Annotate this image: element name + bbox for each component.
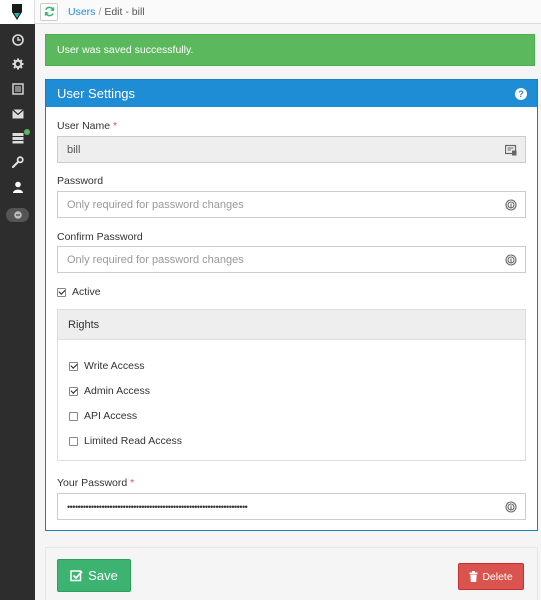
breadcrumb-users-link[interactable]: Users <box>68 6 95 18</box>
sidebar-collapse-toggle[interactable] <box>6 208 29 222</box>
panel-title: User Settings <box>57 86 136 101</box>
active-label: Active <box>72 286 101 298</box>
write-access-row[interactable]: Write Access <box>69 360 145 372</box>
refresh-button[interactable] <box>40 2 58 21</box>
gear-icon[interactable] <box>0 54 35 74</box>
password-label: Password <box>57 175 104 187</box>
user-icon[interactable] <box>0 177 35 197</box>
trash-icon <box>469 571 478 582</box>
password-placeholder: Only required for password changes <box>67 198 244 211</box>
top-bar: Users / Edit - bill <box>35 0 541 24</box>
help-icon[interactable]: ? <box>515 87 527 100</box>
api-access-row[interactable]: API Access <box>69 410 137 422</box>
fingerprint-icon <box>505 199 517 214</box>
your-password-label: Your Password * <box>57 477 134 489</box>
breadcrumb: Users / Edit - bill <box>68 6 145 18</box>
success-alert: User was saved successfully. <box>45 34 535 66</box>
rights-group: Rights Write Access Admin Access API Acc… <box>57 309 526 461</box>
username-label-text: User Name <box>57 120 111 132</box>
confirm-password-label: Confirm Password <box>57 231 143 243</box>
admin-access-checkbox[interactable] <box>69 386 78 396</box>
rights-title: Rights <box>68 318 100 331</box>
limited-read-access-row[interactable]: Limited Read Access <box>69 435 182 447</box>
fingerprint-icon <box>505 501 517 515</box>
sidebar <box>0 0 35 600</box>
required-mark: * <box>113 120 118 132</box>
breadcrumb-current: Edit - bill <box>104 5 145 18</box>
your-password-label-text: Your Password <box>57 477 128 489</box>
rights-header: Rights <box>58 310 525 340</box>
active-checkbox-row[interactable]: Active <box>57 286 101 298</box>
notification-badge <box>24 129 30 135</box>
limited-read-access-label: Limited Read Access <box>84 435 183 447</box>
envelope-icon[interactable] <box>0 104 35 124</box>
username-value: bill <box>67 143 81 156</box>
id-card-icon <box>504 144 517 159</box>
server-icon[interactable] <box>0 128 35 148</box>
save-button-label: Save <box>88 568 118 583</box>
alert-message: User was saved successfully. <box>57 44 194 56</box>
delete-button[interactable]: Delete <box>458 563 524 590</box>
arrow-icon <box>13 211 22 219</box>
panel-header: User Settings ? <box>46 80 537 107</box>
form-footer: Save Delete <box>45 547 538 600</box>
check-square-icon <box>70 570 83 582</box>
admin-access-row[interactable]: Admin Access <box>69 385 150 397</box>
limited-read-access-checkbox[interactable] <box>69 436 78 446</box>
required-mark: * <box>130 477 135 489</box>
confirm-password-field[interactable]: Only required for password changes <box>57 246 526 273</box>
password-field[interactable]: Only required for password changes <box>57 191 526 218</box>
list-icon[interactable] <box>0 79 35 99</box>
confirm-password-placeholder: Only required for password changes <box>67 253 244 266</box>
logo-icon <box>12 4 22 20</box>
fingerprint-icon <box>505 254 517 269</box>
save-button[interactable]: Save <box>57 559 131 592</box>
wrench-icon[interactable] <box>0 152 35 172</box>
your-password-field[interactable]: ••••••••••••••••••••••••••••••••••••••••… <box>57 493 526 520</box>
api-access-checkbox[interactable] <box>69 411 78 421</box>
user-settings-panel: User Settings ? User Name * bill Passwor… <box>45 79 538 531</box>
refresh-icon <box>44 6 54 17</box>
your-password-value: ••••••••••••••••••••••••••••••••••••••••… <box>67 501 248 512</box>
delete-button-label: Delete <box>482 570 513 583</box>
active-checkbox[interactable] <box>57 287 66 297</box>
write-access-checkbox[interactable] <box>69 361 78 371</box>
write-access-label: Write Access <box>84 360 145 372</box>
api-access-label: API Access <box>84 410 138 422</box>
breadcrumb-separator: / <box>98 5 102 18</box>
admin-access-label: Admin Access <box>84 385 150 397</box>
username-field[interactable]: bill <box>57 136 526 163</box>
app-logo[interactable] <box>0 0 35 24</box>
clock-icon[interactable] <box>0 30 35 50</box>
username-label: User Name * <box>57 120 117 132</box>
